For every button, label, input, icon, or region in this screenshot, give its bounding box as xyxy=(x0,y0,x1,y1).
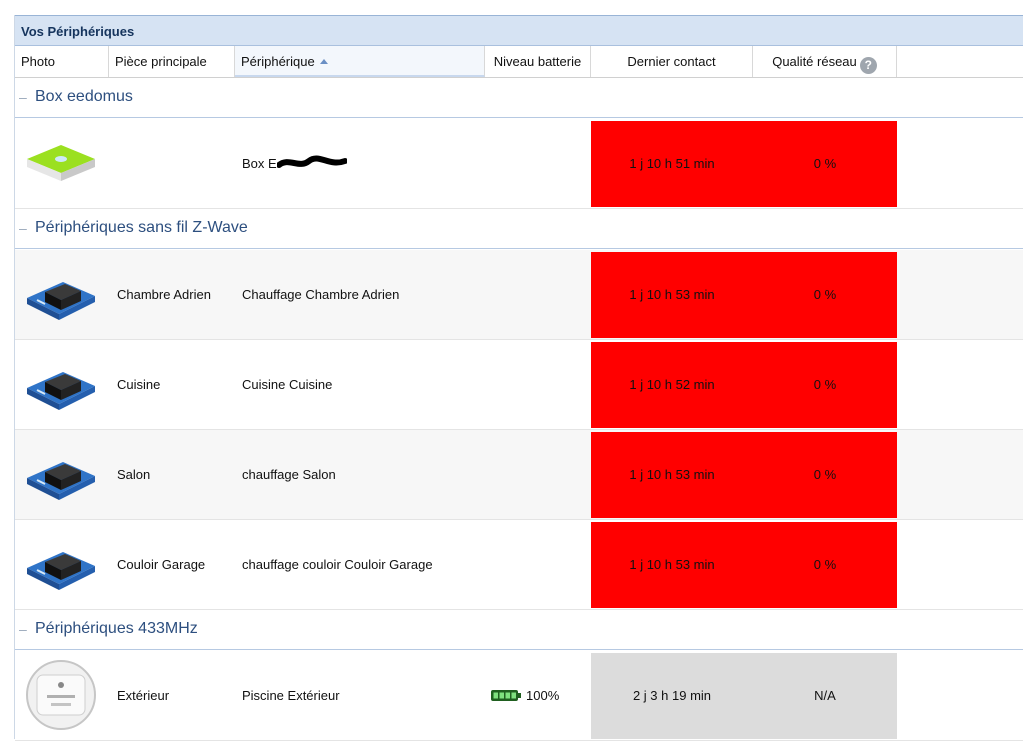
table-row[interactable]: Chambre Adrien Chauffage Chambre Adrien … xyxy=(15,250,1023,340)
status-cell: 1 j 10 h 53 min 0 % xyxy=(591,252,897,338)
column-header-last-contact[interactable]: Dernier contact xyxy=(591,46,753,77)
rf433-module-icon xyxy=(26,660,96,730)
network-quality-value: 0 % xyxy=(813,377,837,392)
zwave-module-icon xyxy=(27,282,95,320)
last-contact-value: 1 j 10 h 53 min xyxy=(629,557,715,572)
table-row[interactable]: Salon chauffage Salon 1 j 10 h 53 min 0 … xyxy=(15,430,1023,520)
device-cell[interactable]: Box E xyxy=(242,119,277,208)
status-cell: 1 j 10 h 51 min 0 % xyxy=(591,121,897,207)
status-cell: 1 j 10 h 53 min 0 % xyxy=(591,522,897,608)
device-cell[interactable]: chauffage Salon xyxy=(242,430,336,519)
device-photo xyxy=(23,119,101,208)
battery-value: 100% xyxy=(526,688,560,703)
help-icon[interactable]: ? xyxy=(859,57,877,74)
group-header-zwave[interactable]: – Périphériques sans fil Z-Wave xyxy=(15,210,1023,249)
last-contact-value: 2 j 3 h 19 min xyxy=(632,688,712,703)
status-cell: 1 j 10 h 53 min 0 % xyxy=(591,432,897,518)
device-photo xyxy=(23,340,101,429)
zwave-module-icon xyxy=(27,372,95,410)
last-contact-value: 1 j 10 h 52 min xyxy=(629,377,715,392)
device-photo xyxy=(23,520,101,609)
devices-panel: Vos Périphériques Photo Pièce principale… xyxy=(14,15,1023,741)
battery-full-icon xyxy=(491,690,521,701)
room-cell: Salon xyxy=(117,467,151,482)
group-header-433mhz[interactable]: – Périphériques 433MHz xyxy=(15,611,1023,650)
device-photo xyxy=(23,250,101,339)
device-cell[interactable]: Cuisine Cuisine xyxy=(242,340,332,429)
last-contact-value: 1 j 10 h 53 min xyxy=(629,467,715,482)
panel-title: Vos Périphériques xyxy=(15,15,1023,46)
table-row[interactable]: Extérieur Piscine Extérieur 100% 2 j 3 h… xyxy=(15,651,1023,741)
table-row[interactable]: Box E 1 j 10 h 51 min 0 % xyxy=(15,119,1023,209)
device-photo xyxy=(23,651,101,740)
collapse-icon[interactable]: – xyxy=(19,621,27,637)
eedomus-box-icon xyxy=(27,145,95,181)
zwave-module-icon xyxy=(27,462,95,500)
column-header-network-quality[interactable]: Qualité réseau? xyxy=(753,46,897,77)
status-cell: 2 j 3 h 19 min N/A xyxy=(591,653,897,739)
table-row[interactable]: Couloir Garage chauffage couloir Couloir… xyxy=(15,520,1023,610)
device-cell[interactable]: chauffage couloir Couloir Garage xyxy=(242,520,433,609)
redaction-scribble xyxy=(277,155,347,168)
column-header-room[interactable]: Pièce principale xyxy=(109,46,235,77)
network-quality-value: 0 % xyxy=(813,557,837,572)
network-quality-value: 0 % xyxy=(813,467,837,482)
last-contact-value: 1 j 10 h 53 min xyxy=(629,287,715,302)
device-photo xyxy=(23,430,101,519)
device-cell[interactable]: Piscine Extérieur xyxy=(242,651,340,740)
network-quality-value: 0 % xyxy=(813,156,837,171)
collapse-icon[interactable]: – xyxy=(19,220,27,236)
room-cell: Couloir Garage xyxy=(117,557,206,572)
network-quality-value: N/A xyxy=(814,688,836,703)
device-cell[interactable]: Chauffage Chambre Adrien xyxy=(242,250,399,339)
room-cell: Extérieur xyxy=(117,688,170,703)
column-header-photo[interactable]: Photo xyxy=(15,46,109,77)
network-quality-value: 0 % xyxy=(813,287,837,302)
group-header-box-eedomus[interactable]: – Box eedomus xyxy=(15,79,1023,118)
last-contact-value: 1 j 10 h 51 min xyxy=(629,156,715,171)
column-header-device[interactable]: Périphérique xyxy=(235,46,485,77)
table-row[interactable]: Cuisine Cuisine Cuisine 1 j 10 h 52 min … xyxy=(15,340,1023,430)
room-cell: Chambre Adrien xyxy=(117,287,211,302)
zwave-module-icon xyxy=(27,552,95,590)
battery-cell: 100% xyxy=(491,651,559,740)
room-cell: Cuisine xyxy=(117,377,161,392)
collapse-icon[interactable]: – xyxy=(19,89,27,105)
status-cell: 1 j 10 h 52 min 0 % xyxy=(591,342,897,428)
table-header: Photo Pièce principale Périphérique Nive… xyxy=(15,46,1023,78)
sort-ascending-icon xyxy=(319,59,328,64)
column-header-battery[interactable]: Niveau batterie xyxy=(485,46,591,77)
